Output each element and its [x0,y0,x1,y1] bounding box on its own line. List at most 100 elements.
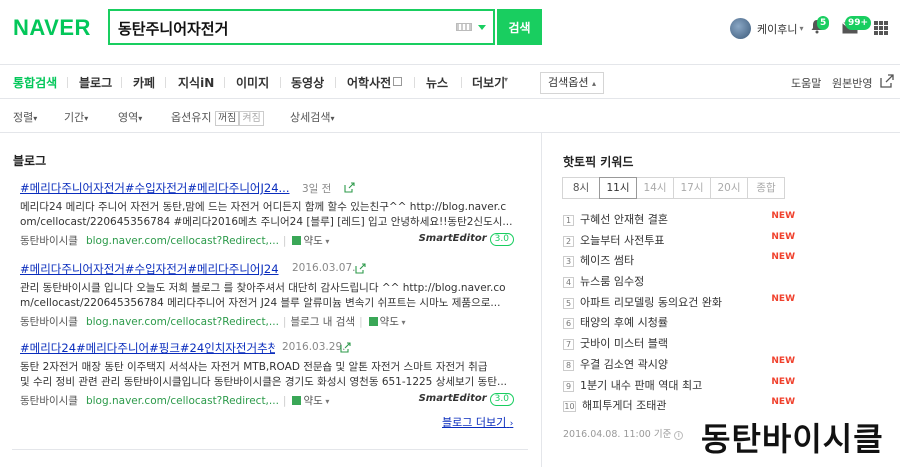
map-link[interactable]: 약도 [303,235,322,247]
keyword-text[interactable]: 1분기 내수 판매 역대 최고 [580,379,702,392]
option-keep: 옵션유지 꺼짐 켜짐 [171,109,264,126]
search-options-label: 검색옵션 [548,76,589,89]
keyword-item[interactable]: 1 구혜선 안재현 결혼 NEW [563,211,795,232]
search-box[interactable] [108,9,495,45]
time-tab-all[interactable]: 종합 [747,177,785,199]
new-badge: NEW [771,376,795,387]
search-input[interactable] [118,16,448,40]
time-tab-14[interactable]: 14시 [636,177,674,199]
result-snippet-line: 동탄 2자전거 매장 동탄 이주택지 서석사는 자전거 MTB,ROAD 전문숍… [20,361,488,373]
search-options-button[interactable]: 검색옵션 ▴ [540,72,604,94]
meta-separator: | [282,316,287,328]
user-menu[interactable]: 케이후니 ▾ [730,18,804,39]
tab-separator [335,77,336,88]
result-title[interactable]: #메리다주니어자전거#수입자전거#메리다주니어J24... [20,180,295,196]
smart-editor-badge: SmartEditor 3.0 [419,233,514,246]
option-keep-label: 옵션유지 [171,111,212,124]
keyword-text[interactable]: 우결 김소연 곽시양 [580,358,668,371]
keyword-text[interactable]: 헤이즈 썸타 [580,254,634,267]
new-window-icon [393,77,402,86]
keyword-item[interactable]: 2 오늘부터 사전투표 NEW [563,232,795,253]
chevron-down-icon: ▾ [84,114,89,123]
time-tab-8[interactable]: 8시 [562,177,600,199]
keyword-item[interactable]: 7 굿바이 미스터 블랙 [563,335,795,356]
keyword-rank: 10 [563,401,576,413]
user-name[interactable]: 케이후니 [757,21,797,37]
tab-dictionary[interactable]: 어학사전 [347,74,391,91]
original-link[interactable]: 원본반영 [832,75,872,91]
tab-kin[interactable]: 지식iN [178,74,214,91]
open-new-window-icon[interactable] [340,342,351,353]
open-new-window-icon[interactable] [355,263,366,274]
info-icon[interactable]: i [674,431,684,440]
help-link[interactable]: 도움말 [791,75,821,91]
keyboard-icon[interactable] [456,23,472,31]
result-date: 2016.03.29. [282,341,346,353]
naver-logo[interactable]: NAVER [13,15,91,41]
new-badge: NEW [771,252,795,263]
detail-search-filter[interactable]: 상세검색▾ [290,109,335,125]
sort-filter[interactable]: 정렬▾ [13,109,37,125]
avatar[interactable] [730,18,751,39]
keep-on-chip[interactable]: 켜짐 [239,111,264,126]
time-tab-11[interactable]: 11시 [599,177,637,199]
keyword-text[interactable]: 뉴스룸 임수정 [580,275,644,288]
open-new-window-icon[interactable] [344,182,355,193]
search-button[interactable]: 검색 [497,9,542,45]
time-tab-20[interactable]: 20시 [710,177,748,199]
result-url[interactable]: blog.naver.com/cellocast?Redirect,... [86,395,279,407]
chevron-up-icon: ▴ [591,79,596,88]
result-source[interactable]: 동탄바이시클 [20,395,78,407]
keyword-item[interactable]: 6 태양의 후예 시청률 [563,314,795,335]
tab-cafe[interactable]: 카페 [133,74,155,91]
keyword-text[interactable]: 태양의 후예 시청률 [580,316,668,329]
tab-video[interactable]: 동영상 [291,74,324,91]
keyword-text[interactable]: 굿바이 미스터 블랙 [580,337,668,350]
detail-search-label: 상세검색 [290,111,331,124]
result-url[interactable]: blog.naver.com/cellocast?Redirect,... [86,235,279,247]
apps-grid-icon[interactable] [874,21,888,35]
result-source[interactable]: 동탄바이시클 [20,316,78,328]
result-title[interactable]: #메리다24#메리다주니어#핑크#24인치자전거추천 [20,340,275,356]
in-blog-search-link[interactable]: 블로그 내 검색 [290,316,355,328]
tab-integrated[interactable]: 통합검색 [13,74,57,91]
smart-editor-version: 3.0 [489,233,514,246]
share-icon[interactable] [880,74,894,88]
area-filter[interactable]: 영역▾ [118,109,142,125]
result-url[interactable]: blog.naver.com/cellocast?Redirect,... [86,316,279,328]
map-link[interactable]: 약도 [380,316,399,328]
keyword-timestamp: 2016.04.08. 11:00 기준 i [563,426,684,440]
keyword-rank: 7 [563,339,574,351]
keep-off-chip[interactable]: 꺼짐 [214,111,240,126]
autocomplete-arrow-icon[interactable] [478,25,486,30]
smart-editor-label: SmartEditor [418,233,487,244]
keyword-text[interactable]: 구혜선 안재현 결혼 [580,213,668,226]
tab-image[interactable]: 이미지 [236,74,269,91]
blog-more-link[interactable]: 블로그 더보기 › [442,414,513,430]
keyword-text[interactable]: 아파트 리모델링 동의요건 완화 [580,296,722,309]
new-badge: NEW [771,293,795,304]
time-tab-17[interactable]: 17시 [673,177,711,199]
result-snippet-line: 메리다24 메리다 주니어 자전거 동탄,맘에 드는 자전거 어디든지 함께 할… [20,201,507,213]
keyword-item[interactable]: 9 1분기 내수 판매 역대 최고 NEW [563,377,795,398]
map-link[interactable]: 약도 [303,395,322,407]
result-title[interactable]: #메리다주니어자전거#수입자전거#메리다주니어J24 [20,261,280,277]
tab-blog[interactable]: 블로그 [79,74,112,91]
keyword-item[interactable]: 4 뉴스룸 임수정 [563,273,795,294]
period-filter[interactable]: 기간▾ [64,109,88,125]
keyword-item[interactable]: 3 헤이즈 썸타 NEW [563,252,795,273]
smart-editor-badge: SmartEditor 3.0 [419,393,514,406]
keyword-text[interactable]: 오늘부터 사전투표 [580,234,664,247]
tab-separator [461,77,462,88]
tab-more[interactable]: 더보기 [472,74,505,91]
keyword-text[interactable]: 해피투게더 조태관 [582,399,666,412]
keyword-item[interactable]: 8 우결 김소연 곽시양 NEW [563,356,795,377]
keyword-rank: 5 [563,297,574,309]
tab-news[interactable]: 뉴스 [426,74,448,91]
keyword-item[interactable]: 5 아파트 리모델링 동의요건 완화 NEW [563,294,795,315]
keyword-rank: 2 [563,235,574,247]
blog-more-label: 블로그 더보기 [442,416,507,429]
result-source[interactable]: 동탄바이시클 [20,235,78,247]
new-badge: NEW [771,231,795,242]
chevron-right-icon: › [509,419,514,429]
